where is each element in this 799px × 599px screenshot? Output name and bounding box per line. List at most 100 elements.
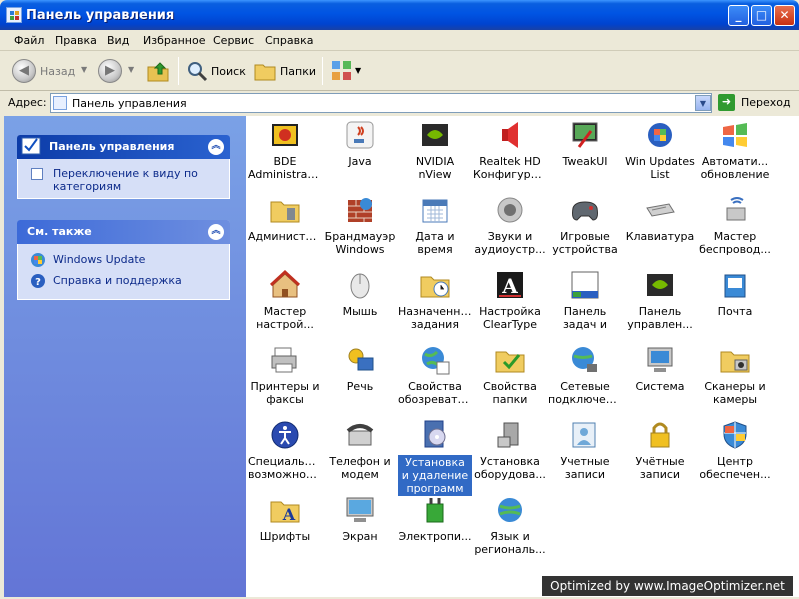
menu-view[interactable]: Вид <box>107 34 129 47</box>
control-panel-item[interactable]: Электропи... <box>398 494 472 543</box>
control-panel-item[interactable]: Java <box>323 119 397 168</box>
bde-icon <box>272 124 298 146</box>
back-button[interactable]: Назад <box>40 65 75 78</box>
go-arrow-icon[interactable]: ➜ <box>718 94 735 111</box>
help-support-link[interactable]: Справка и поддержка <box>53 274 182 287</box>
menu-edit[interactable]: Правка <box>55 34 97 47</box>
control-panel-item[interactable]: Свойства обозревателя <box>398 344 472 406</box>
address-dropdown-icon[interactable]: ▼ <box>695 95 711 111</box>
item-label: Учётные записи пол... <box>635 455 685 481</box>
control-panel-item[interactable]: Речь <box>323 344 397 393</box>
folders-icon[interactable] <box>254 60 276 82</box>
control-panel-item[interactable]: Установка и удаление программ <box>398 419 472 496</box>
control-panel-item[interactable]: Специальные возможности <box>248 419 322 481</box>
help-icon: ? <box>31 274 45 288</box>
menu-tools[interactable]: Сервис <box>213 34 254 47</box>
control-panel-item[interactable]: Язык и региональ... <box>473 494 547 556</box>
control-panel-item[interactable]: Экран <box>323 494 397 543</box>
globe-icon <box>422 347 450 375</box>
control-panel-item[interactable]: Принтеры и факсы <box>248 344 322 406</box>
power-icon <box>426 498 444 523</box>
collapse-icon[interactable]: ︽ <box>208 224 224 240</box>
control-panel-item[interactable]: Игровые устройства <box>548 194 622 256</box>
control-panel-item[interactable]: Сетевые подключения <box>548 344 622 406</box>
control-panel-item[interactable]: Realtek HD Конфигура... <box>473 119 547 181</box>
item-label: Панель управлен... <box>627 305 693 331</box>
cd-box-icon <box>424 420 446 448</box>
menu-favorites[interactable]: Избранное <box>143 34 205 47</box>
control-panel-item[interactable]: TweakUI <box>548 119 622 168</box>
collapse-icon[interactable]: ︽ <box>208 139 224 155</box>
maximize-button[interactable]: □ <box>751 5 772 26</box>
control-panel-item[interactable]: Центр обеспечен... <box>698 419 772 481</box>
control-panel-item[interactable]: NVIDIA nView Desktop M... <box>398 119 472 181</box>
control-panel-item[interactable]: Дата и время <box>398 194 472 256</box>
svg-text:A: A <box>282 505 296 524</box>
control-panel-item[interactable]: Администр... <box>248 194 322 243</box>
control-panel-item[interactable]: Установка оборудова... <box>473 419 547 481</box>
item-label: Язык и региональ... <box>474 530 546 556</box>
menu-file[interactable]: Файл <box>14 34 44 47</box>
control-panel-item[interactable]: Мастер беспровод... <box>698 194 772 256</box>
item-label: Установка и удаление программ <box>398 455 472 496</box>
nvidia-icon <box>422 124 448 146</box>
control-panel-item[interactable]: Телефон и модем <box>323 419 397 481</box>
views-icon[interactable] <box>331 60 353 82</box>
forward-dropdown-icon[interactable]: ▼ <box>128 65 134 74</box>
control-panel-item[interactable]: Панель управлен... <box>623 269 697 331</box>
control-panel-item[interactable]: Звуки и аудиоустр... <box>473 194 547 256</box>
control-panel-item[interactable]: Почта <box>698 269 772 318</box>
control-panel-item[interactable]: Мышь <box>323 269 397 318</box>
item-label: Речь <box>346 380 374 393</box>
menu-help[interactable]: Справка <box>265 34 313 47</box>
control-panel-item[interactable]: Клавиатура <box>623 194 697 243</box>
control-panel-item[interactable]: Win Updates List <box>623 119 697 181</box>
watermark: Optimized by www.ImageOptimizer.net <box>542 576 793 596</box>
back-dropdown-icon[interactable]: ▼ <box>81 65 87 74</box>
item-label: Win Updates List <box>625 155 695 181</box>
control-panel-item[interactable]: Учетные записи пол... <box>548 419 622 481</box>
cleartype-icon: A <box>497 272 523 298</box>
folder-up-icon[interactable] <box>146 59 170 83</box>
panel-title: См. также <box>27 225 92 238</box>
control-panel-item[interactable]: Брандмауэр Windows <box>323 194 397 256</box>
search-icon[interactable] <box>186 60 208 82</box>
views-dropdown-icon[interactable]: ▼ <box>355 66 361 75</box>
back-arrow-icon[interactable]: ◀ <box>12 59 36 83</box>
item-label: Сканеры и камеры <box>704 380 766 406</box>
control-panel-item[interactable]: A Настройка ClearType <box>473 269 547 331</box>
control-panel-item[interactable]: Учётные записи пол... <box>623 419 697 481</box>
forward-arrow-icon[interactable]: ▶ <box>98 59 122 83</box>
realtek-speaker-icon <box>502 122 518 148</box>
windows-update-link[interactable]: Windows Update <box>53 253 145 266</box>
control-panel-item[interactable]: Автомати... обновление <box>698 119 772 181</box>
search-button[interactable]: Поиск <box>211 65 246 78</box>
control-panel-item[interactable]: Панель задач и меню "Пуск" <box>548 269 622 331</box>
windows-update-icon <box>31 253 45 267</box>
item-label: Игровые устройства <box>552 230 618 256</box>
item-label: Установка оборудова... <box>474 455 546 481</box>
control-panel-item[interactable]: Назначенные задания <box>398 269 472 331</box>
control-panel-item[interactable]: Сканеры и камеры <box>698 344 772 406</box>
control-panel-item[interactable]: Мастер настрой... <box>248 269 322 331</box>
go-button[interactable]: Переход <box>741 96 791 109</box>
control-panel-item[interactable]: Свойства папки <box>473 344 547 406</box>
item-label: Администр... <box>248 230 322 243</box>
accessibility-icon <box>271 421 299 449</box>
address-field[interactable]: Панель управления ▼ <box>50 93 712 113</box>
minimize-button[interactable]: _ <box>728 5 749 26</box>
item-label: NVIDIA nView Desktop M... <box>415 155 455 181</box>
folders-button[interactable]: Папки <box>280 65 316 78</box>
item-label: Свойства обозревателя <box>398 380 472 406</box>
category-view-icon <box>31 168 43 180</box>
title-bar: Панель управления _ □ ✕ <box>0 0 799 30</box>
control-panel-item[interactable]: BDE Administrator <box>248 119 322 181</box>
control-panel-item[interactable]: A Шрифты <box>248 494 322 543</box>
task-pane: Панель управления ︽ Переключение к виду … <box>4 116 246 597</box>
control-panel-item[interactable]: Система <box>623 344 697 393</box>
switch-category-view-link[interactable]: Переключение к виду по категориям <box>53 167 223 193</box>
hardware-icon <box>497 422 519 448</box>
taskbar-icon <box>571 271 599 299</box>
close-button[interactable]: ✕ <box>774 5 795 26</box>
calendar-icon <box>422 199 448 223</box>
